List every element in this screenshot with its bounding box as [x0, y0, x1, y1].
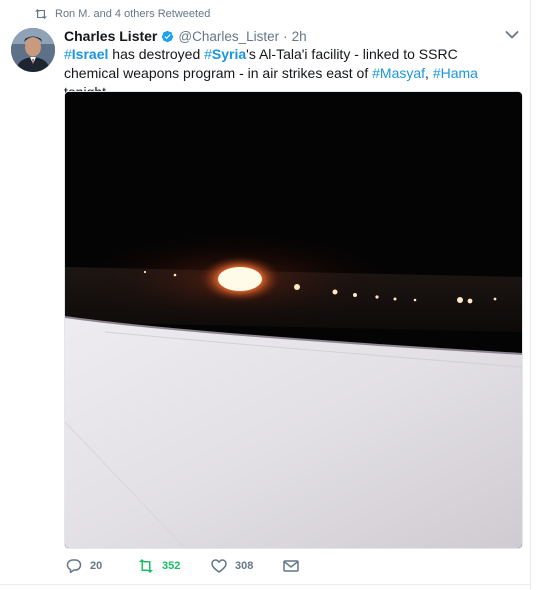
retweet-icon	[35, 9, 47, 19]
retweet-count: 352	[162, 560, 181, 572]
hashtag-hama[interactable]: #Hama	[433, 65, 478, 81]
author-handle[interactable]: @Charles_Lister	[178, 29, 279, 44]
retweet-icon	[139, 559, 153, 573]
tweet-action-bar: 20 352 308	[66, 557, 299, 575]
hashtag-masyaf[interactable]: #Masyaf	[372, 65, 425, 81]
direct-message-button[interactable]	[283, 557, 299, 575]
retweet-context-text: Ron M. and 4 others Retweeted	[55, 8, 211, 20]
header-separator: ·	[283, 28, 288, 44]
retweet-context[interactable]: Ron M. and 4 others Retweeted	[34, 6, 210, 22]
hashtag-israel[interactable]: #Israel	[64, 46, 108, 62]
envelope-icon	[283, 560, 299, 572]
tweet-text-segment: has destroyed	[108, 46, 205, 62]
tweet-media-photo[interactable]	[64, 91, 523, 549]
reply-count: 20	[90, 560, 103, 572]
timeline-right-border	[530, 0, 531, 590]
avatar[interactable]	[11, 28, 55, 72]
hashtag-syria[interactable]: #Syria	[204, 46, 246, 62]
tweet-header: Charles Lister @Charles_Lister · 2h	[64, 27, 307, 45]
avatar-image	[11, 28, 55, 72]
reply-icon	[66, 559, 82, 573]
tweet-timestamp[interactable]: 2h	[292, 29, 307, 44]
night-photo-image	[65, 92, 522, 548]
verified-badge-icon	[162, 30, 174, 42]
heart-icon	[211, 559, 227, 573]
author-name[interactable]: Charles Lister	[64, 28, 157, 44]
retweet-button[interactable]: 352	[138, 557, 211, 575]
chevron-down-icon[interactable]	[505, 30, 519, 40]
tweet-divider	[0, 584, 530, 585]
like-count: 308	[235, 560, 254, 572]
reply-button[interactable]: 20	[66, 557, 138, 575]
tweet-text-segment: ,	[425, 65, 433, 81]
like-button[interactable]: 308	[211, 557, 283, 575]
